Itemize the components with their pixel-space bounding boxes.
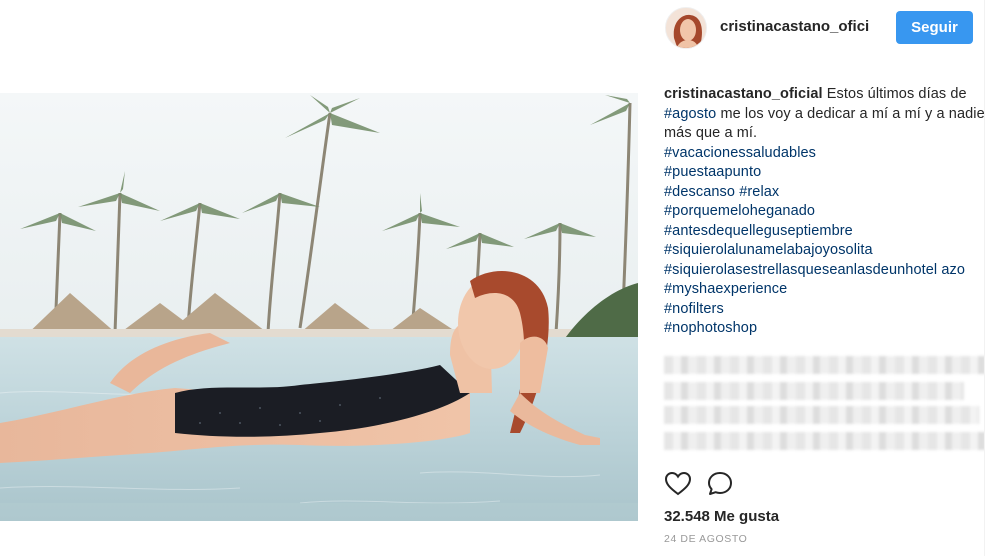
comment-icon[interactable] — [706, 470, 734, 498]
post-header: cristinacastano_ofici Seguir — [639, 0, 1000, 60]
hashtag-link[interactable]: #siquierolalunamelabajoyosolita — [664, 241, 994, 261]
heart-icon[interactable] — [664, 470, 692, 498]
avatar[interactable] — [665, 7, 707, 49]
hashtag-link[interactable]: #antesdequelleguseptiembre — [664, 222, 994, 242]
beach-pool-photo — [0, 93, 638, 521]
post-date[interactable]: 24 DE AGOSTO — [664, 533, 747, 545]
likes-count[interactable]: 32.548 Me gusta — [664, 508, 779, 525]
hashtag-link[interactable]: #myshaexperience — [664, 280, 994, 300]
hashtag-link[interactable]: #descanso — [664, 184, 735, 200]
hashtag-link[interactable]: #puestaapunto — [664, 163, 994, 183]
blurred-comments — [664, 354, 999, 459]
blurred-comment — [664, 382, 964, 400]
hashtag-line: #descanso #relax — [664, 183, 994, 203]
caption-username-link[interactable]: cristinacastano_oficial — [664, 86, 823, 102]
post-photo[interactable] — [0, 93, 638, 521]
post-sidebar: cristinacastano_ofici Seguir cristinacas… — [639, 0, 1000, 556]
hashtag-link[interactable]: #nophotoshop — [664, 319, 994, 339]
caption-text: Estos últimos días de — [822, 86, 967, 102]
blurred-comment — [664, 406, 979, 424]
hashtag-link[interactable]: #vacacionessaludables — [664, 144, 994, 164]
header-username-link[interactable]: cristinacastano_ofici — [720, 18, 875, 35]
hashtag-link[interactable]: #siquierolasestrellasqueseanlasdeunhotel… — [664, 261, 994, 281]
avatar-image — [666, 8, 706, 48]
blurred-comment — [664, 432, 999, 450]
hashtag-link[interactable]: #nofilters — [664, 300, 994, 320]
post-actions — [664, 470, 744, 500]
follow-button[interactable]: Seguir — [896, 11, 973, 44]
page-scrollbar[interactable] — [984, 0, 1000, 556]
hashtag-link[interactable]: #agosto — [664, 106, 716, 122]
blurred-comment — [664, 356, 986, 374]
hashtag-link[interactable]: #relax — [739, 184, 779, 200]
post-caption: cristinacastano_oficial Estos últimos dí… — [664, 85, 994, 339]
hashtag-link[interactable]: #porquemeloheganado — [664, 202, 994, 222]
